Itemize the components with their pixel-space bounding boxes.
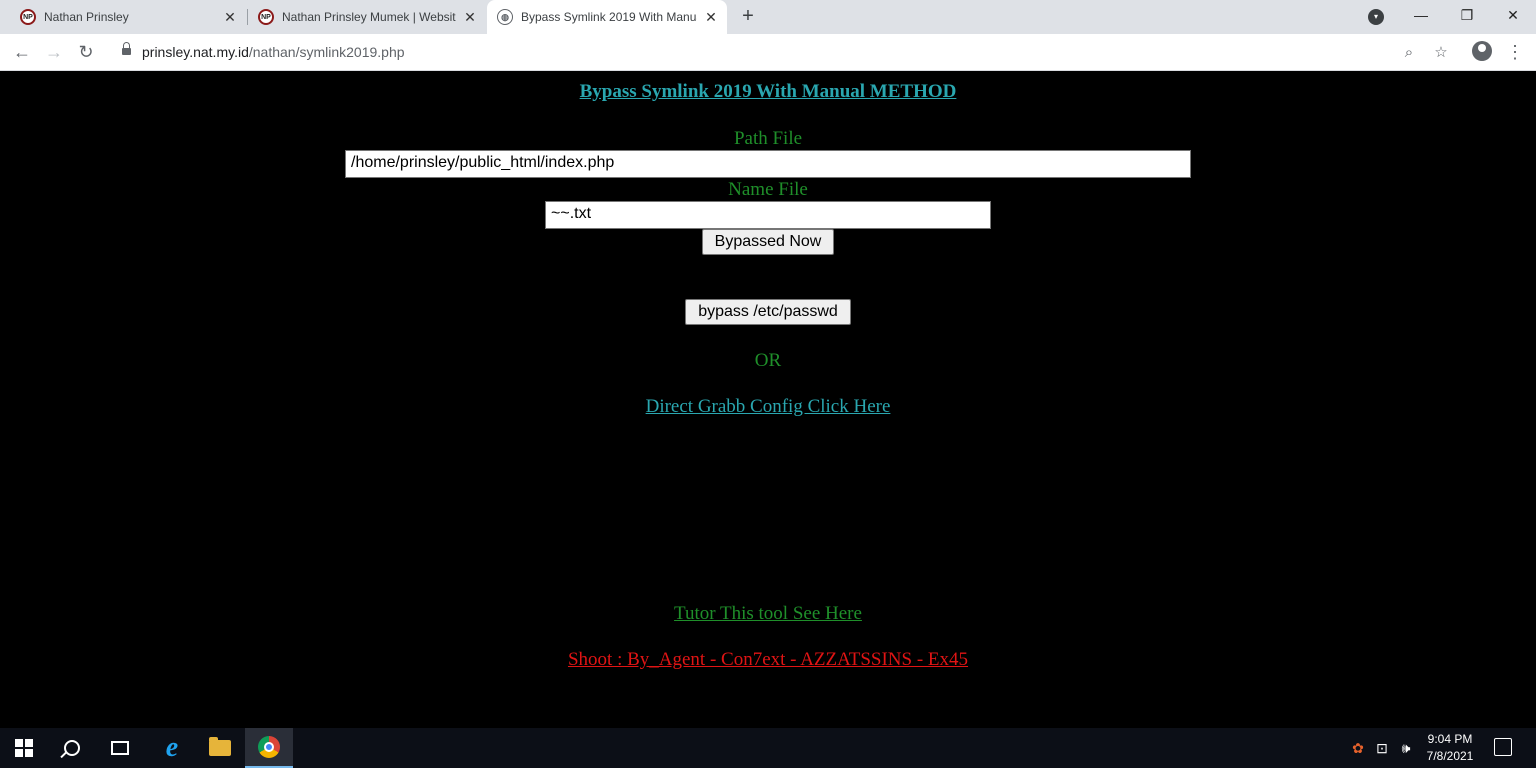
search-icon — [64, 740, 80, 756]
page-content: Bypass Symlink 2019 With Manual METHOD P… — [0, 71, 1536, 728]
windows-logo-icon — [15, 739, 33, 757]
chrome-taskbar-button[interactable] — [245, 728, 293, 768]
start-button[interactable] — [0, 728, 48, 768]
credits-link[interactable]: Shoot : By_Agent - Con7ext - AZZATSSINS … — [0, 649, 1536, 671]
bypassed-now-button[interactable]: Bypassed Now — [702, 229, 834, 255]
site-favicon-icon: NP — [258, 9, 274, 25]
internet-explorer-button[interactable]: e — [148, 728, 196, 768]
tray-app-icon[interactable]: ✿ — [1350, 740, 1366, 756]
bypass-passwd-button[interactable]: bypass /etc/passwd — [685, 299, 851, 325]
page-heading-link[interactable]: Bypass Symlink 2019 With Manual METHOD — [0, 81, 1536, 103]
tab-title: Nathan Prinsley — [44, 10, 129, 24]
volume-icon[interactable]: 🕪 — [1398, 740, 1414, 756]
search-button[interactable] — [48, 728, 96, 768]
or-text: OR — [754, 350, 782, 371]
zoom-icon[interactable]: ⌕ — [1400, 44, 1418, 62]
site-favicon-icon: NP — [20, 9, 36, 25]
bookmark-star-icon[interactable]: ☆ — [1432, 44, 1450, 62]
notification-center-icon[interactable] — [1494, 738, 1512, 756]
reload-icon[interactable]: ↻ — [74, 40, 98, 64]
name-file-label: Name File — [728, 179, 808, 200]
tab-search-icon[interactable]: ▾ — [1368, 9, 1384, 25]
task-view-icon — [111, 741, 129, 755]
system-clock[interactable]: 9:04 PM 7/8/2021 — [1420, 731, 1480, 765]
clock-date: 7/8/2021 — [1426, 749, 1474, 763]
close-icon[interactable]: ✕ — [222, 9, 238, 26]
globe-icon: ◍ — [497, 9, 513, 25]
minimize-button[interactable]: — — [1398, 0, 1444, 32]
folder-icon — [209, 737, 231, 756]
file-explorer-button[interactable] — [196, 728, 244, 768]
chrome-icon — [258, 736, 280, 758]
path-file-label: Path File — [733, 128, 803, 149]
task-view-button[interactable] — [96, 728, 144, 768]
back-arrow-icon[interactable]: ← — [10, 40, 34, 64]
tab-separator — [247, 9, 248, 25]
internet-explorer-icon: e — [165, 732, 179, 763]
path-file-input[interactable]: /home/prinsley/public_html/index.php — [345, 150, 1191, 178]
direct-grabb-config-link[interactable]: Direct Grabb Config Click Here — [0, 396, 1536, 418]
close-icon[interactable]: ✕ — [462, 9, 478, 26]
tab-bypass-symlink[interactable]: ◍ Bypass Symlink 2019 With Manual METHOD… — [487, 0, 727, 34]
menu-kebab-icon[interactable]: ⋮ — [1506, 41, 1524, 63]
new-tab-button[interactable]: + — [737, 5, 759, 27]
tutor-link[interactable]: Tutor This tool See Here — [0, 603, 1536, 625]
profile-avatar-icon[interactable] — [1472, 41, 1492, 61]
windows-taskbar: e ✿ ⊡ 🕪 9:04 PM 7/8/2021 — [0, 728, 1536, 768]
restore-button[interactable]: ❐ — [1444, 0, 1490, 32]
url-host: prinsley.nat.my.id — [142, 44, 249, 60]
tab-nathan-prinsley[interactable]: NP Nathan Prinsley ✕ — [12, 0, 242, 34]
browser-toolbar: ← → ↻ prinsley.nat.my.id/nathan/symlink2… — [0, 34, 1536, 71]
tab-title: Nathan Prinsley Mumek | Website — [282, 10, 456, 24]
name-file-input[interactable]: ~~.txt — [545, 201, 991, 229]
url-path: /nathan/symlink2019.php — [248, 44, 405, 60]
url-text[interactable]: prinsley.nat.my.id/nathan/symlink2019.ph… — [142, 44, 405, 60]
close-icon[interactable]: ✕ — [703, 9, 719, 26]
lock-icon[interactable] — [122, 42, 131, 56]
tab-nathan-prinsley-mumek[interactable]: NP Nathan Prinsley Mumek | Website ✕ — [250, 0, 482, 34]
clock-time: 9:04 PM — [1427, 732, 1473, 746]
tab-strip: NP Nathan Prinsley ✕ NP Nathan Prinsley … — [0, 0, 1536, 34]
window-close-button[interactable]: ✕ — [1490, 0, 1536, 32]
tab-title: Bypass Symlink 2019 With Manual METHOD — [521, 10, 697, 24]
network-icon[interactable]: ⊡ — [1374, 740, 1390, 756]
forward-arrow-icon[interactable]: → — [42, 40, 66, 64]
address-bar[interactable]: prinsley.nat.my.id/nathan/symlink2019.ph… — [110, 38, 1460, 66]
